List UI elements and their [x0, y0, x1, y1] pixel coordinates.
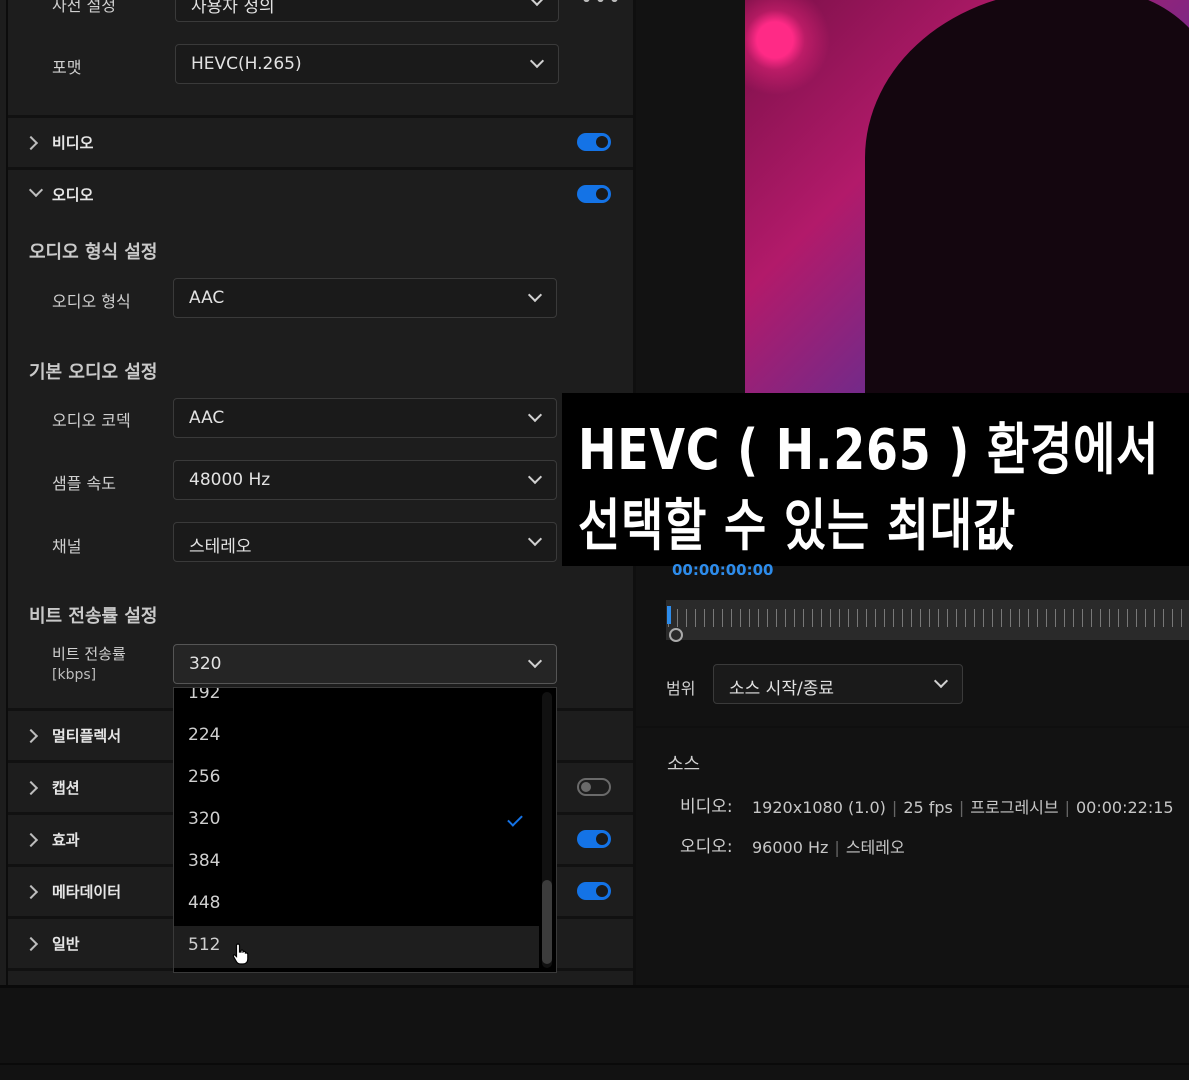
divider: [8, 167, 633, 170]
audio-format-label: 오디오 형식: [52, 292, 131, 311]
effects-toggle[interactable]: [577, 830, 611, 848]
range-select-value: 소스 시작/종료: [729, 679, 834, 699]
bitrate-option-label: 224: [188, 725, 221, 745]
range-select[interactable]: 소스 시작/종료: [713, 664, 963, 704]
bitrate-option-label: 512: [188, 935, 221, 955]
caption-line-2: 선택할 수 있는 최대값: [578, 494, 1017, 559]
audio-codec-label: 오디오 코덱: [52, 411, 131, 430]
source-audio-label: 오디오:: [680, 837, 733, 857]
source-video-label: 비디오:: [680, 797, 733, 817]
chevron-down-icon: [529, 0, 545, 7]
separator: |: [958, 798, 965, 817]
audio-format-select[interactable]: AAC: [173, 278, 557, 318]
chevron-down-icon: [527, 407, 543, 423]
separator: |: [1064, 798, 1070, 817]
bitrate-option[interactable]: 256: [174, 758, 539, 800]
section-captions-label: 캡션: [52, 779, 80, 797]
bitrate-option-label: 192: [188, 687, 221, 703]
sample-rate-value: 48000 Hz: [189, 470, 271, 490]
source-video-duration: 00:00:22:15: [1076, 798, 1174, 817]
bitrate-option-label: 448: [188, 893, 221, 913]
source-audio-info: 96000 Hz | 스테레오: [752, 834, 905, 858]
caption-line-1: HEVC ( H.265 ) 환경에서: [578, 418, 1160, 483]
timecode-display[interactable]: 00:00:00:00: [672, 561, 774, 579]
channel-label: 채널: [52, 537, 82, 556]
channel-select[interactable]: 스테레오: [173, 522, 557, 562]
section-general-label: 일반: [52, 935, 80, 953]
bitrate-select[interactable]: 320: [173, 644, 557, 684]
separator: |: [891, 798, 898, 817]
metadata-toggle[interactable]: [577, 882, 611, 900]
divider: [8, 115, 633, 118]
caption-overlay: HEVC ( H.265 ) 환경에서 선택할 수 있는 최대값: [562, 393, 1189, 566]
bitrate-option-label: 384: [188, 851, 221, 871]
section-video-label: 비디오: [52, 134, 94, 152]
checkmark-icon: [507, 811, 523, 827]
sample-rate-label: 샘플 속도: [52, 474, 116, 493]
bitrate-option-selected[interactable]: 320: [174, 800, 539, 842]
separator: |: [834, 838, 840, 857]
timeline-ticks: [668, 609, 1189, 627]
audio-toggle[interactable]: [577, 185, 611, 203]
range-label: 범위: [666, 679, 696, 698]
bitrate-option[interactable]: 224: [174, 716, 539, 758]
source-audio-channels: 스테레오: [845, 838, 905, 857]
basic-audio-settings-title: 기본 오디오 설정: [29, 362, 158, 383]
playhead-marker[interactable]: [667, 606, 671, 624]
source-video-info: 1920x1080 (1.0) | 25 fps | 프로그레시브 | 00:00:22:1…: [752, 794, 1174, 818]
bitrate-option[interactable]: 384: [174, 842, 539, 884]
bitrate-option-label: 256: [188, 767, 221, 787]
bottom-divider: [0, 985, 1189, 988]
bottom-divider: [0, 1063, 1189, 1065]
panel-left-border: [6, 0, 8, 985]
source-video-fps: 25 fps: [903, 798, 953, 817]
format-label: 포맷: [52, 58, 82, 77]
section-effects-label: 효과: [52, 831, 80, 849]
bitrate-value: 320: [189, 654, 222, 674]
captions-toggle[interactable]: [577, 778, 611, 796]
section-metadata-label: 메타데이터: [52, 883, 122, 901]
bitrate-settings-title: 비트 전송률 설정: [29, 606, 158, 627]
video-toggle[interactable]: [577, 133, 611, 151]
source-video-scan: 프로그레시브: [970, 798, 1059, 817]
sample-rate-select[interactable]: 48000 Hz: [173, 460, 557, 500]
source-video-resolution: 1920x1080 (1.0): [752, 798, 886, 817]
playhead-handle-icon[interactable]: [669, 628, 683, 642]
more-options-icon[interactable]: •••: [580, 0, 622, 13]
chevron-down-icon: [527, 653, 543, 669]
source-title: 소스: [667, 754, 701, 775]
preset-select-value: 사용자 정의: [191, 0, 275, 17]
audio-format-value: AAC: [189, 288, 225, 308]
source-audio-rate: 96000 Hz: [752, 838, 829, 857]
bitrate-option[interactable]: 448: [174, 884, 539, 926]
divider: [636, 726, 1189, 728]
channel-value: 스테레오: [189, 537, 252, 557]
bitrate-label: 비트 전송률: [52, 645, 126, 663]
hand-cursor-icon: [232, 943, 249, 965]
format-select[interactable]: HEVC(H.265): [175, 44, 559, 84]
preset-select[interactable]: 사용자 정의: [175, 0, 559, 22]
audio-codec-select[interactable]: AAC: [173, 398, 557, 438]
audio-format-settings-title: 오디오 형식 설정: [29, 242, 158, 263]
chevron-down-icon: [529, 53, 545, 69]
dropdown-scrollbar-thumb[interactable]: [542, 880, 552, 964]
chevron-down-icon: [933, 673, 949, 689]
chevron-down-icon: [527, 531, 543, 547]
bitrate-option[interactable]: 192: [174, 687, 539, 716]
audio-codec-value: AAC: [189, 408, 225, 428]
chevron-down-icon: [527, 469, 543, 485]
preset-label: 사전 설정: [52, 0, 116, 15]
bitrate-unit: [kbps]: [52, 667, 97, 683]
format-select-value: HEVC(H.265): [191, 54, 302, 74]
preview-silhouette: [865, 0, 1189, 395]
chevron-down-icon: [527, 287, 543, 303]
bitrate-option-hovered[interactable]: 512: [174, 926, 539, 968]
bitrate-dropdown-list: 192 224 256 320 384 448 512: [173, 687, 557, 973]
section-audio-label: 오디오: [52, 186, 94, 204]
video-preview: [745, 0, 1189, 395]
section-multiplexer-label: 멀티플렉서: [52, 727, 122, 745]
bitrate-option-label: 320: [188, 809, 221, 829]
